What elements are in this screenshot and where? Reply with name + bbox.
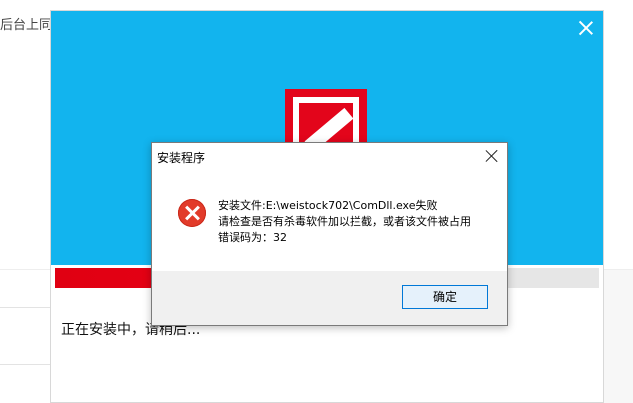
error-message-line: 安装文件:E:\weistock702\ComDll.exe失败: [218, 199, 438, 212]
error-dialog: 安装程序 安装文件:E:\weistock702\ComDll.exe失败 请检…: [151, 142, 508, 326]
close-icon[interactable]: [577, 19, 595, 37]
error-icon: [178, 199, 206, 227]
close-icon[interactable]: [485, 149, 499, 163]
background-panel: [604, 270, 633, 403]
error-code-line: 错误码为：32: [218, 231, 287, 244]
error-message-line: 请检查是否有杀毒软件加以拦截，或者该文件被占用: [218, 215, 471, 228]
dialog-titlebar[interactable]: 安装程序: [152, 143, 507, 171]
ok-button[interactable]: 确定: [402, 285, 488, 309]
dialog-body: 安装文件:E:\weistock702\ComDll.exe失败 请检查是否有杀…: [152, 171, 507, 271]
dialog-title: 安装程序: [157, 151, 206, 165]
dialog-footer: 确定: [152, 271, 507, 325]
background-window-title: 后台上同步: [0, 18, 50, 33]
